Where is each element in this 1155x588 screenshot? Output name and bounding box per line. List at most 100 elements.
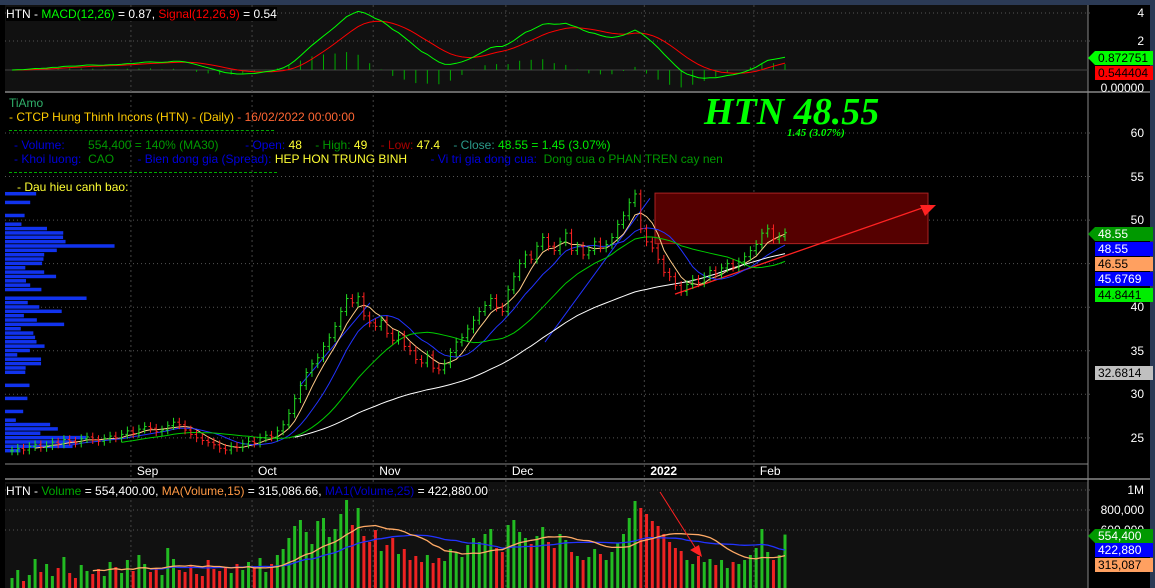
resistance-zone: [654, 192, 929, 245]
volume-profile-bar: [5, 409, 24, 414]
macd-value: = 0.87,: [114, 7, 159, 21]
volume-profile-bar: [5, 326, 21, 331]
khoi-luong-value: CAO: [88, 152, 115, 166]
tag-pointer: [1088, 51, 1095, 65]
volume-profile-bar: [5, 340, 37, 344]
volume-value-tag: 554,400: [1095, 529, 1153, 543]
volume-profile-bar: [5, 296, 87, 300]
price-value-tag: 46.55: [1095, 257, 1153, 271]
volume-profile-bar: [5, 348, 30, 353]
khoi-luong-label: - Khoi luong:: [14, 152, 82, 166]
volume-profile-bar: [5, 239, 66, 244]
low-label: - Low:: [380, 138, 414, 152]
volume-series-value: = 554,400.00,: [81, 484, 162, 498]
volume-value-tag: 315,087: [1095, 558, 1153, 572]
ma25-value: = 422,880.00: [414, 484, 488, 498]
open-value: 48: [288, 138, 302, 152]
date-tick-label: Oct: [258, 464, 277, 478]
symbol: HTN -: [6, 7, 42, 21]
volume-profile-bar: [5, 200, 31, 205]
divider: [9, 130, 274, 131]
volume-profile-bar: [5, 261, 43, 266]
volume-profile-bar: [5, 274, 57, 279]
high-label: - High:: [315, 138, 351, 152]
volume-profile-bar: [5, 361, 42, 366]
tag-pointer: [1088, 529, 1095, 543]
volume-profile-bar: [5, 383, 30, 388]
volume-profile-bar: [5, 370, 26, 375]
volume-profile-bar: [5, 435, 87, 440]
date-tick-label: Feb: [760, 464, 781, 478]
price-tick: 25: [1130, 430, 1144, 445]
volume-label: - Volume:: [14, 138, 65, 152]
volume-profile-bar: [5, 213, 25, 218]
date-tick-label: Sep: [137, 464, 159, 478]
tag-pointer: [1088, 227, 1095, 241]
price-tick: 55: [1130, 169, 1144, 184]
signal-value: = 0.54: [239, 7, 277, 21]
price-value-tag: 48.55: [1095, 242, 1153, 256]
volume-profile-bar: [5, 344, 45, 348]
low-value: 47.4: [416, 138, 440, 152]
volume-profile-bar: [5, 396, 28, 401]
volume-legend: HTN - Volume = 554,400.00, MA(Volume,15)…: [6, 484, 488, 498]
volume-profile-bar: [5, 357, 42, 361]
volume-profile-bar: [5, 300, 28, 305]
volume-profile-bar: [5, 270, 45, 274]
spread-label: - Bien dong gia (Spread):: [137, 152, 272, 166]
macd-tick: 4: [1137, 6, 1144, 20]
volume-profile-bar: [5, 309, 62, 314]
ma15-label: MA(Volume,15): [161, 484, 245, 498]
volume-profile-bar: [5, 422, 51, 427]
volume-profile-bar: [5, 244, 115, 248]
author-label: TiAmo: [9, 96, 44, 110]
signal-value-tag: 0.544404: [1095, 66, 1153, 80]
price-value-tag: 45.6769: [1095, 272, 1153, 286]
volume-tick: 800,000: [1100, 503, 1144, 517]
volume-profile-bar: [5, 231, 64, 235]
volume-value: 554,400 = 140% (MA30): [88, 138, 219, 152]
volume-profile-bar: [5, 313, 24, 318]
volume-profile-bar: [5, 252, 45, 257]
headline-change: 1.45 (3.07%): [787, 127, 845, 139]
ma15-value: = 315,086.66,: [244, 484, 325, 498]
signal-label: Signal(12,26,9): [158, 7, 240, 21]
price-tick: 60: [1130, 126, 1144, 140]
close-value: 48.55 = 1.45 (3.07%): [498, 138, 611, 152]
volume-profile-bar: [5, 266, 26, 270]
warning-label: - Dau hieu canh bao:: [17, 180, 129, 194]
price-value-tag: 44.8441: [1095, 288, 1153, 302]
price-value-tag: 48.55: [1095, 227, 1153, 241]
price-tick: 50: [1130, 213, 1144, 228]
volume-profile-bar: [5, 431, 41, 435]
volume-profile-bar: [5, 279, 26, 283]
volume-profile-bar: [5, 287, 42, 292]
volume-series-label: Volume: [41, 484, 82, 498]
price-tick: 30: [1130, 387, 1144, 402]
price-tick: 40: [1130, 300, 1144, 315]
datetime: - 16/02/2022 00:00:00: [237, 110, 355, 124]
symbol: HTN -: [6, 484, 42, 498]
volume-profile-bar: [5, 331, 34, 335]
volume-profile-bar: [5, 322, 65, 327]
volume-profile-bar: [5, 366, 26, 370]
volume-profile-bar: [5, 305, 40, 309]
volume-profile-bar: [5, 235, 64, 240]
volume-value-tag: 422,880: [1095, 543, 1153, 557]
ma25-label: MA1(Volume,25): [324, 484, 415, 498]
vi-tri-label: - Vi tri gia dong cua:: [430, 152, 537, 166]
spread-value: HEP HON TRUNG BINH: [274, 152, 408, 166]
volume-profile-bar: [5, 335, 36, 340]
vi-tri-value: Dong cua o PHAN TREN cay nen: [543, 152, 723, 166]
company-title: - CTCP Hung Thinh Incons (HTN) - (Daily): [9, 110, 234, 124]
divider: [9, 172, 277, 173]
volume-profile-bar: [5, 283, 31, 287]
volume-profile-bar: [5, 226, 47, 231]
macd-legend: HTN - MACD(12,26) = 0.87, Signal(12,26,9…: [6, 7, 277, 21]
price-value-tag: 32.6814: [1095, 366, 1153, 380]
volume-profile-bar: [5, 222, 22, 226]
chart-canvas[interactable]: Sep Oct Nov Dec 2022 Feb: [0, 0, 1155, 588]
high-value: 49: [353, 138, 368, 152]
open-label: - Open:: [245, 138, 286, 152]
macd-value-tag: 0.872751: [1095, 51, 1153, 65]
